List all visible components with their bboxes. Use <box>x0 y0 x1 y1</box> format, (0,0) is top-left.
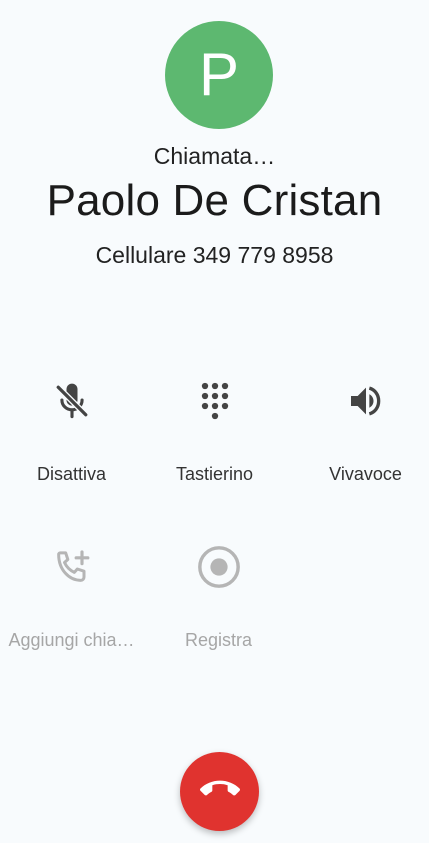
call-status: Chiamata… <box>153 143 276 169</box>
add-call-button[interactable]: Aggiungi chia… <box>0 542 143 651</box>
speaker-label: Vivavoce <box>329 464 402 484</box>
contact-name: Paolo De Cristan <box>46 176 383 225</box>
keypad-button[interactable]: Tastierino <box>143 376 286 485</box>
hang-up-icon <box>199 769 240 814</box>
volume-icon <box>294 376 429 426</box>
add-call-label: Aggiungi chia… <box>8 630 135 650</box>
record-label: Registra <box>184 630 253 650</box>
dialpad-icon <box>143 376 286 426</box>
mute-label: Disattiva <box>36 464 107 484</box>
avatar: P <box>165 21 273 129</box>
record-icon <box>147 542 290 592</box>
keypad-label: Tastierino <box>175 464 254 484</box>
add-call-icon <box>0 542 143 592</box>
contact-number: Cellulare 349 779 8958 <box>95 242 334 268</box>
end-call-button[interactable] <box>180 752 259 831</box>
avatar-initial: P <box>198 41 240 108</box>
mute-button[interactable]: Disattiva <box>0 376 143 485</box>
record-button[interactable]: Registra <box>147 542 290 651</box>
mic-off-icon <box>0 376 143 426</box>
speaker-button[interactable]: Vivavoce <box>294 376 429 485</box>
